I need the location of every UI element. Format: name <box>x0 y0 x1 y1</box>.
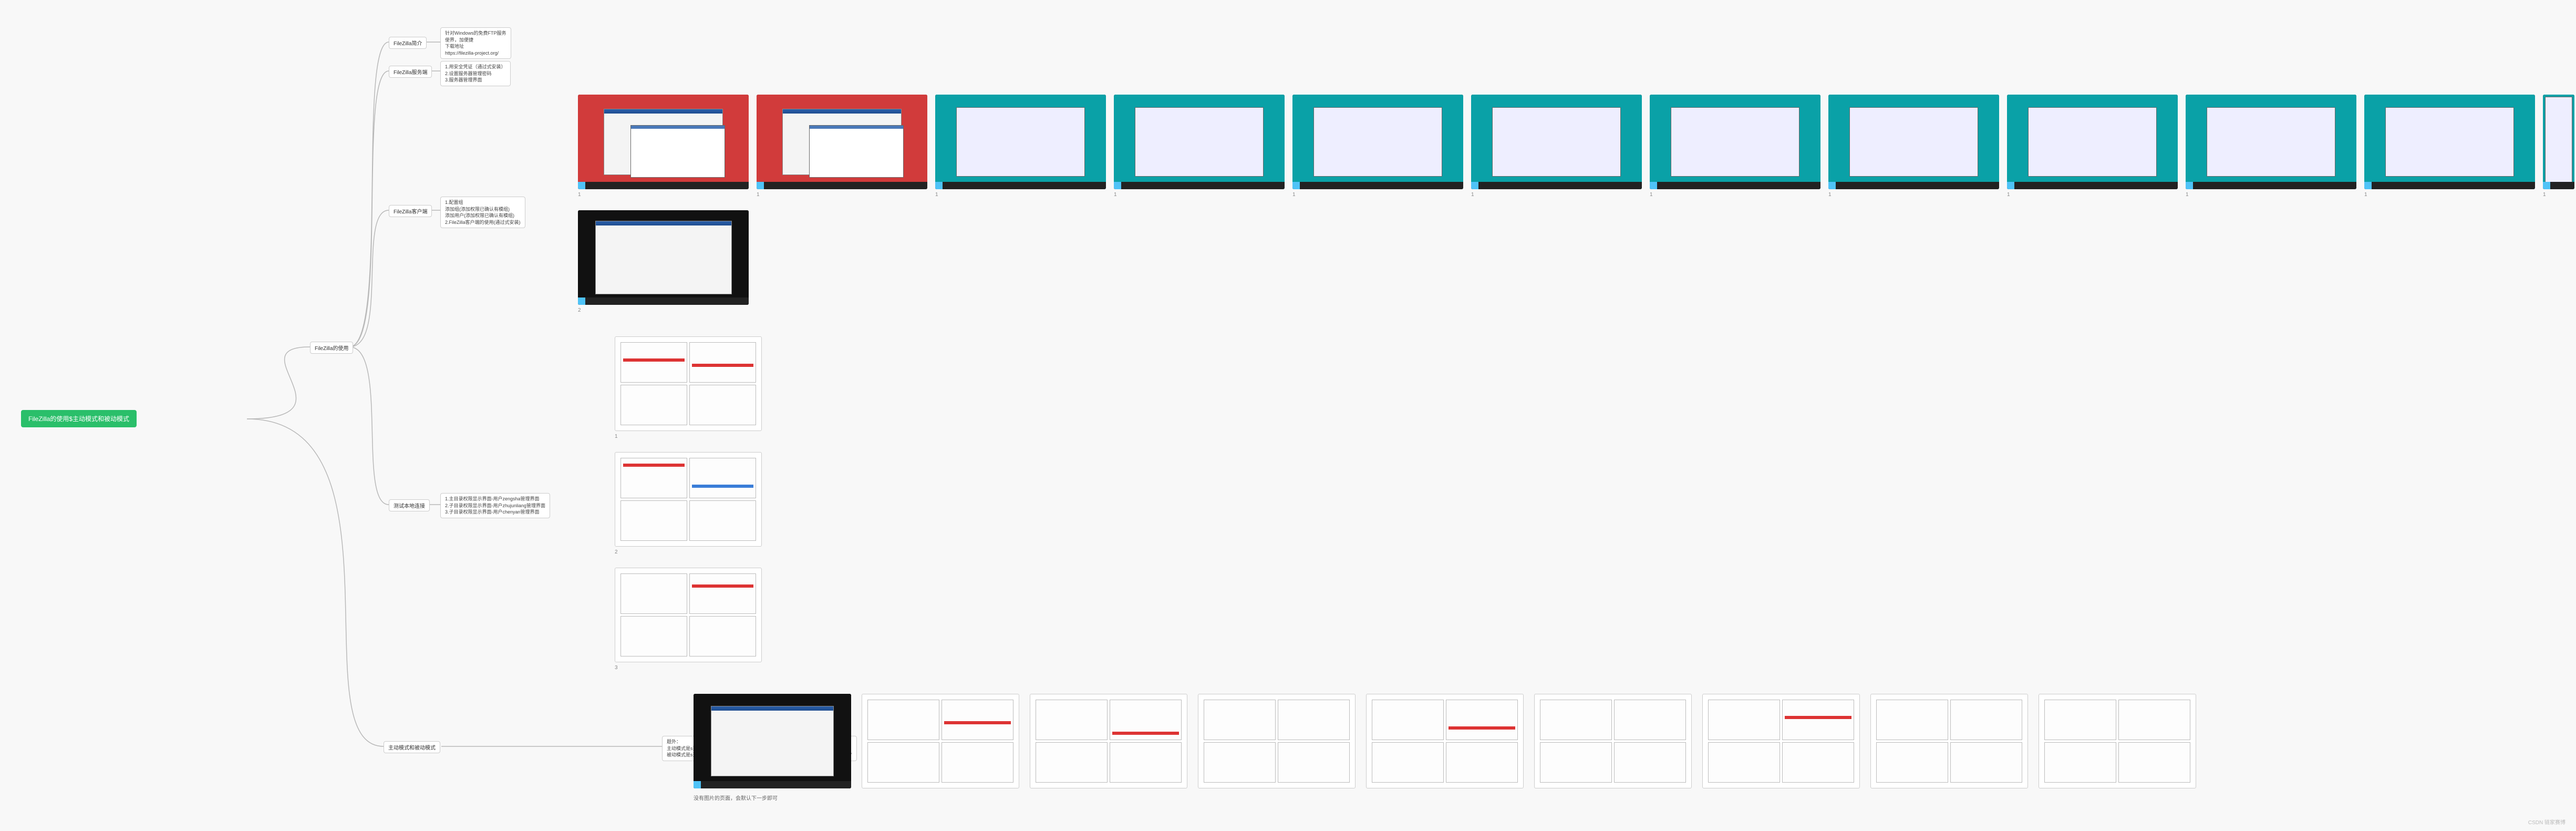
intro-line-1: 使界，加便捷 <box>445 37 506 44</box>
client-thumb-9[interactable] <box>2007 95 2178 189</box>
node-client[interactable]: FileZilla客户端 <box>389 205 432 217</box>
server-line-2: 3.服务器管理界面 <box>445 77 506 84</box>
intro-line-2: 下载地址 <box>445 43 506 50</box>
client-thumb-5-label: 1 <box>1292 192 1296 198</box>
client-thumb-2-label: 1 <box>757 192 760 198</box>
client-line-3: 2.FileZilla客户端的使用(通过式安装) <box>445 219 521 226</box>
client-thumb-10[interactable] <box>2186 95 2356 189</box>
client-thumb-7[interactable] <box>1650 95 1820 189</box>
client-thumb-row2-label: 2 <box>578 307 581 313</box>
client-thumb-8-label: 1 <box>1828 192 1832 198</box>
client-thumb-4[interactable] <box>1114 95 1285 189</box>
watermark: CSDN 链家赛博 <box>2528 818 2565 826</box>
test-thumb-2-label: 2 <box>615 549 618 555</box>
intro-line-0: 针对Windows的免费FTP服务 <box>445 30 506 37</box>
root-node[interactable]: FileZilla的使用$主动模式和被动模式 <box>21 410 137 427</box>
client-thumb-8[interactable] <box>1828 95 1999 189</box>
root-title: FileZilla的使用$主动模式和被动模式 <box>28 415 129 423</box>
mode-thumb-1[interactable] <box>694 694 851 788</box>
branch-mode[interactable]: 主动模式和被动模式 <box>384 741 440 753</box>
mode-thumb-6[interactable] <box>1534 694 1692 788</box>
node-intro[interactable]: FileZilla简介 <box>389 37 427 49</box>
test-line-2: 3.子目录权限显示界面-用户chenyan管理界面 <box>445 509 545 516</box>
client-thumb-2[interactable] <box>757 95 927 189</box>
branch-mode-label: 主动模式和被动模式 <box>388 745 436 751</box>
node-server[interactable]: FileZilla服务端 <box>389 66 432 78</box>
client-thumb-1-label: 1 <box>578 192 581 198</box>
test-thumb-1[interactable] <box>615 336 762 431</box>
node-server-label: FileZilla服务端 <box>394 70 427 76</box>
client-thumb-6-label: 1 <box>1471 192 1474 198</box>
branch-usage[interactable]: FileZilla的使用 <box>310 342 353 354</box>
client-thumb-1[interactable] <box>578 95 749 189</box>
test-thumb-2[interactable] <box>615 452 762 547</box>
test-line-0: 1.主目录权限显示界面-用户zengsha管理界面 <box>445 496 545 502</box>
client-thumb-12-label: 1 <box>2543 192 2546 198</box>
client-thumb-5[interactable] <box>1292 95 1463 189</box>
node-test-label: 测试本地连接 <box>394 504 425 509</box>
client-thumb-4-label: 1 <box>1114 192 1117 198</box>
test-thumb-1-label: 1 <box>615 434 618 439</box>
client-thumb-10-label: 1 <box>2186 192 2189 198</box>
client-thumb-12[interactable] <box>2543 95 2574 189</box>
test-line-1: 2.子目录权限显示界面-用户zhujunliang管理界面 <box>445 502 545 509</box>
client-thumb-7-label: 1 <box>1650 192 1653 198</box>
client-thumb-row2[interactable] <box>578 210 749 305</box>
client-line-0: 1.配置组 <box>445 199 521 206</box>
intro-line-3: https://filezilla-project.org/ <box>445 50 506 57</box>
mode-thumb-9[interactable] <box>2039 694 2196 788</box>
server-text: 1.用安全凭证（通过式安装） 2.设置服务器管理密码 3.服务器管理界面 <box>440 61 511 86</box>
mode-thumb-3[interactable] <box>1030 694 1187 788</box>
test-text: 1.主目录权限显示界面-用户zengsha管理界面 2.子目录权限显示界面-用户… <box>440 493 550 518</box>
mode-thumb-8[interactable] <box>1870 694 2028 788</box>
mode-thumb-7[interactable] <box>1702 694 1860 788</box>
server-line-0: 1.用安全凭证（通过式安装） <box>445 64 506 70</box>
client-thumb-11-label: 1 <box>2364 192 2367 198</box>
client-thumb-3-label: 1 <box>935 192 938 198</box>
mode-thumb-2[interactable] <box>862 694 1019 788</box>
test-thumb-3[interactable] <box>615 568 762 662</box>
node-test[interactable]: 测试本地连接 <box>389 499 430 511</box>
branch-usage-label: FileZilla的使用 <box>315 346 348 352</box>
client-thumb-3[interactable] <box>935 95 1106 189</box>
client-text: 1.配置组 添加组(添加权限已确认有模组) 添加用户(添加权限已确认有模组) 2… <box>440 197 525 228</box>
mode-thumb-4[interactable] <box>1198 694 1356 788</box>
client-thumb-11[interactable] <box>2364 95 2535 189</box>
node-intro-label: FileZilla简介 <box>394 41 422 47</box>
client-line-1: 添加组(添加权限已确认有模组) <box>445 206 521 213</box>
server-line-1: 2.设置服务器管理密码 <box>445 70 506 77</box>
mode-thumb-5[interactable] <box>1366 694 1524 788</box>
test-thumb-3-label: 3 <box>615 665 618 671</box>
mode-caption: 没有图片的页面，会默认下一步即可 <box>694 794 778 802</box>
node-client-label: FileZilla客户端 <box>394 209 427 215</box>
intro-text: 针对Windows的免费FTP服务 使界，加便捷 下载地址 https://fi… <box>440 27 511 59</box>
client-thumb-6[interactable] <box>1471 95 1642 189</box>
client-thumb-9-label: 1 <box>2007 192 2010 198</box>
client-line-2: 添加用户(添加权限已确认有模组) <box>445 212 521 219</box>
